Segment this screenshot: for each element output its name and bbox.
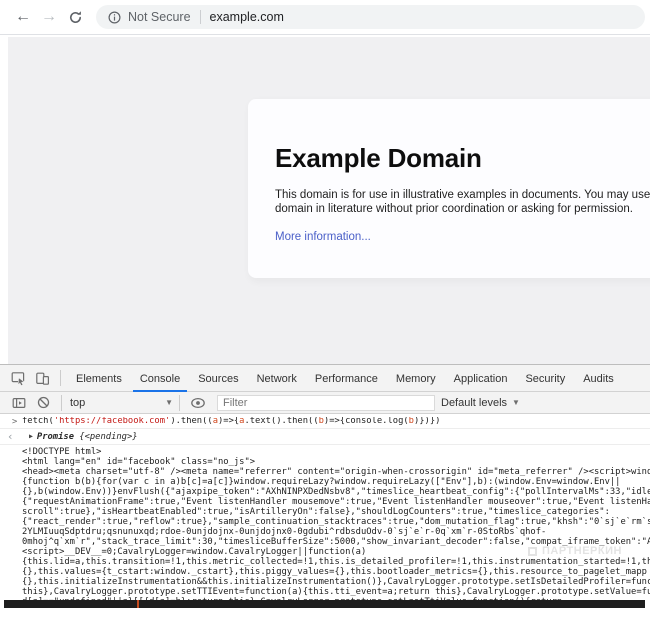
tab-console[interactable]: Console xyxy=(131,365,189,392)
filter-input[interactable] xyxy=(217,395,435,411)
device-toolbar-icon[interactable] xyxy=(30,366,54,390)
url-text[interactable]: example.com xyxy=(210,10,284,24)
watermark: ПАРТНЕРКИН xyxy=(528,545,622,557)
expand-triangle-icon[interactable]: ▶ xyxy=(29,432,33,440)
paragraph-line: This domain is for use in illustrative e… xyxy=(275,189,650,203)
command-token-code: .text().then(( xyxy=(244,417,318,426)
console-log-line: {function b(b){for(var c in a)b[c]=a[c]}… xyxy=(22,477,650,487)
command-token-code: )})}) xyxy=(414,417,440,426)
chevron-down-icon: ▼ xyxy=(165,398,173,407)
console-output[interactable]: > fetch('https://facebook.com').then((a)… xyxy=(0,414,650,607)
console-input-entry[interactable]: > fetch('https://facebook.com').then((a)… xyxy=(0,414,650,429)
bottom-bar-tick xyxy=(137,600,139,608)
console-log-line: {},this.initializeInstrumentation&&this.… xyxy=(22,577,650,587)
console-log-line: {},this.values={t_cstart:window._cstart}… xyxy=(22,567,650,577)
command-token-code: ).then(( xyxy=(170,417,212,426)
context-selector[interactable]: top ▼ xyxy=(70,397,173,409)
console-log-line: {"requestAnimationFrame":true,"Event lis… xyxy=(22,497,650,507)
console-sidebar-icon[interactable] xyxy=(7,391,31,415)
tab-performance[interactable]: Performance xyxy=(306,365,387,392)
command-token-code: )=>{console.log( xyxy=(324,417,409,426)
content-card: Example Domain This domain is for use in… xyxy=(248,99,650,278)
page-title: Example Domain xyxy=(275,143,650,174)
watermark-text: ПАРТНЕРКИН xyxy=(542,545,622,557)
tab-audits[interactable]: Audits xyxy=(574,365,623,392)
tab-elements[interactable]: Elements xyxy=(67,365,131,392)
address-bar[interactable]: Not Secure example.com xyxy=(96,5,645,29)
tab-memory[interactable]: Memory xyxy=(387,365,445,392)
console-log-line: 2YLMIuuqSdptdru;qsnunuxqd;rdoe-0unjdojnx… xyxy=(22,527,650,537)
reload-icon-glyph xyxy=(68,10,83,25)
console-log-block[interactable]: <!DOCTYPE html><html lang="en" id="faceb… xyxy=(0,445,650,607)
console-log-line: {this.lid=a,this.transition=!1,this.metr… xyxy=(22,557,650,567)
tab-network[interactable]: Network xyxy=(248,365,306,392)
command-token-str: 'https://facebook.com' xyxy=(54,417,171,426)
browser-window: ← → Not Secure example.com Example Domai… xyxy=(0,0,650,619)
result-object-name[interactable]: Promise xyxy=(37,432,74,442)
console-result-entry[interactable]: ‹ ▶ Promise {<pending>} xyxy=(0,429,650,445)
command-token-code: fetch( xyxy=(22,417,54,426)
clear-console-icon[interactable] xyxy=(31,391,55,415)
console-log-line: <!DOCTYPE html> xyxy=(22,447,650,457)
live-expression-eye-icon[interactable] xyxy=(186,391,210,415)
console-log-line: <html lang="en" id="facebook" class="no_… xyxy=(22,457,650,467)
reload-icon[interactable] xyxy=(62,4,88,30)
toolbar-separator xyxy=(60,370,61,386)
result-pending-preview: {<pending>} xyxy=(79,432,137,442)
address-bar-separator xyxy=(200,10,201,24)
command-token-code: )=>{ xyxy=(218,417,239,426)
toolbar-separator xyxy=(179,395,180,411)
tab-security[interactable]: Security xyxy=(516,365,574,392)
more-information-link[interactable]: More information... xyxy=(275,231,371,243)
security-status-label[interactable]: Not Secure xyxy=(128,10,191,24)
inspect-element-icon[interactable] xyxy=(6,366,30,390)
console-return-icon: ‹ xyxy=(7,430,14,443)
context-selector-value: top xyxy=(70,397,85,409)
console-log-line: {"react_render":true,"reflow":true},"sam… xyxy=(22,517,650,527)
bottom-cutoff-bar xyxy=(4,600,645,608)
browser-toolbar: ← → Not Secure example.com xyxy=(0,0,650,34)
devtools-tabs: ElementsConsoleSourcesNetworkPerformance… xyxy=(67,365,623,391)
back-icon[interactable]: ← xyxy=(10,4,36,30)
log-levels-selector[interactable]: Default levels ▼ xyxy=(441,397,520,409)
forward-icon[interactable]: → xyxy=(36,4,62,30)
log-levels-value: Default levels xyxy=(441,397,507,409)
page-viewport: Example Domain This domain is for use in… xyxy=(0,35,650,364)
toolbar-separator xyxy=(61,395,62,411)
page-paragraph: This domain is for use in illustrative e… xyxy=(275,189,650,216)
devtools-panel: ElementsConsoleSourcesNetworkPerformance… xyxy=(0,364,650,619)
console-command: fetch('https://facebook.com').then((a)=>… xyxy=(22,417,648,426)
info-icon[interactable] xyxy=(108,11,121,24)
devtools-tab-bar: ElementsConsoleSourcesNetworkPerformance… xyxy=(0,365,650,392)
chevron-down-icon: ▼ xyxy=(512,398,520,407)
console-log-line: this},CavalryLogger.prototype.setTTIEven… xyxy=(22,587,650,597)
console-log-line: <head><meta charset="utf-8" /><meta name… xyxy=(22,467,650,477)
tab-sources[interactable]: Sources xyxy=(189,365,247,392)
console-log-line: scroll":true},"isHeartbeatEnabled":true,… xyxy=(22,507,650,517)
watermark-logo-icon xyxy=(528,547,537,556)
console-toolbar: top ▼ Default levels ▼ xyxy=(0,392,650,414)
console-prompt-icon: > xyxy=(12,417,17,427)
tab-application[interactable]: Application xyxy=(445,365,517,392)
console-log-line: {},b(window.Env))}envFlush({"ajaxpipe_to… xyxy=(22,487,650,497)
paragraph-line: domain in literature without prior coord… xyxy=(275,203,650,217)
